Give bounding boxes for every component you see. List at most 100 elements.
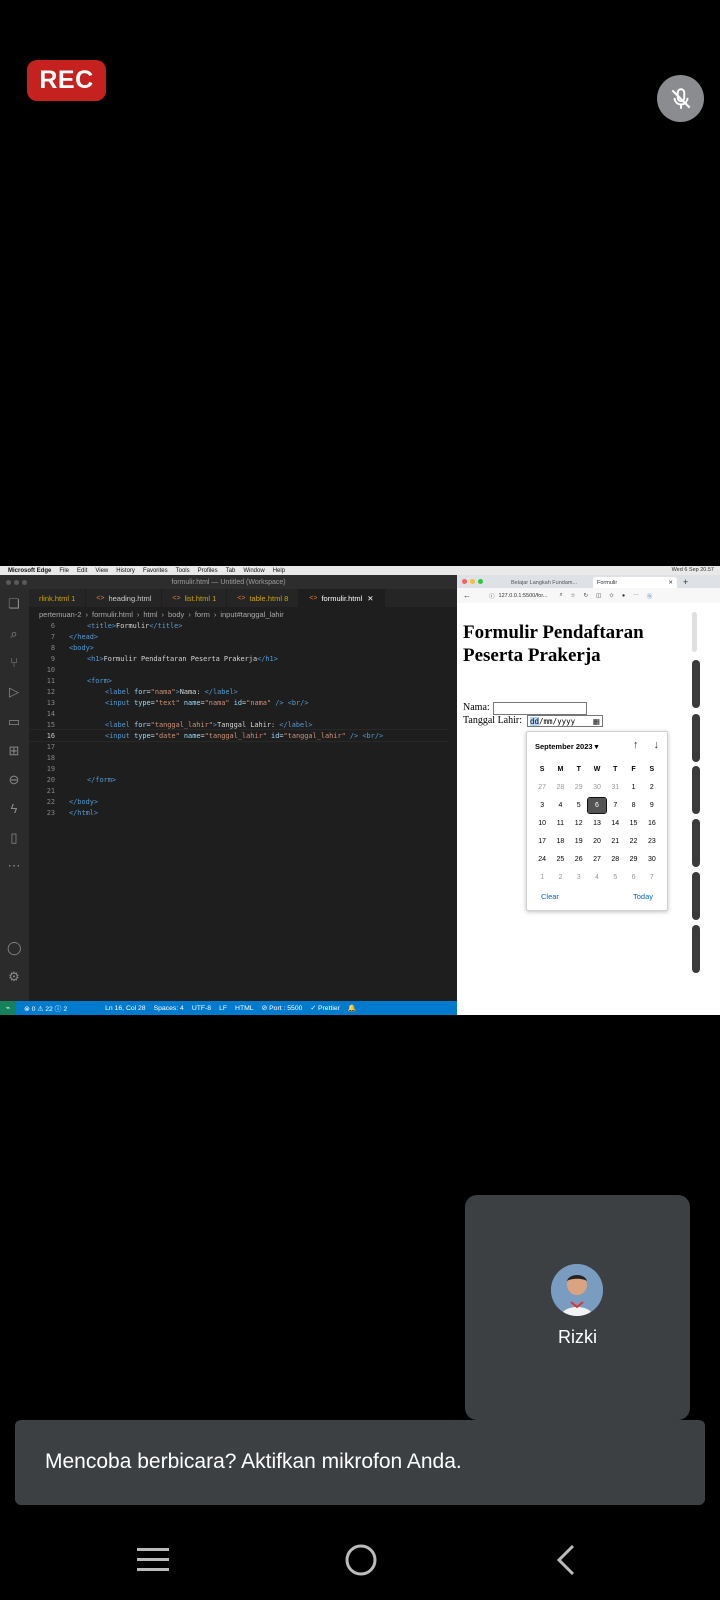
calendar-day[interactable]: 29 (624, 852, 642, 867)
calendar-today-button[interactable]: Today (633, 892, 653, 901)
breadcrumb-item[interactable]: html (143, 610, 157, 619)
status-language[interactable]: HTML (235, 1005, 254, 1012)
mac-menu-item[interactable]: Favorites (143, 568, 168, 574)
tab-rlink[interactable]: rlink.html 1 (29, 589, 87, 607)
calendar-day[interactable]: 9 (643, 798, 661, 813)
calendar-day[interactable]: 11 (551, 816, 569, 831)
mac-menu-item[interactable]: History (116, 568, 135, 574)
remote-indicator-icon[interactable]: ⌁ (0, 1001, 16, 1015)
browser-tab-belajar[interactable]: Belajar Langkah Fundam... (507, 577, 591, 588)
mac-menu-item[interactable]: Tab (226, 568, 236, 574)
calendar-day[interactable]: 7 (606, 798, 624, 813)
status-indentation[interactable]: Spaces: 4 (154, 1005, 184, 1012)
calendar-day[interactable]: 6 (624, 870, 642, 885)
calendar-day[interactable]: 30 (588, 780, 606, 795)
calendar-day[interactable]: 2 (551, 870, 569, 885)
calendar-day[interactable]: 20 (588, 834, 606, 849)
account-icon[interactable]: ◯ (7, 941, 22, 955)
notifications-bell-icon[interactable]: 🔔 (348, 1004, 356, 1012)
new-tab-icon[interactable]: + (683, 577, 688, 587)
calendar-day[interactable]: 29 (570, 780, 588, 795)
remote-explorer-icon[interactable]: ▭ (7, 715, 21, 729)
calendar-day[interactable]: 3 (570, 870, 588, 885)
window-controls[interactable] (6, 580, 27, 585)
browser-window-controls[interactable] (462, 579, 483, 584)
zoom-icon[interactable]: ⌕ (559, 592, 562, 599)
calendar-day[interactable]: 1 (533, 870, 551, 885)
tanggal-lahir-date-input[interactable]: dd /mm/yyyy ▦ (527, 715, 603, 727)
calendar-day[interactable]: 13 (588, 816, 606, 831)
split-screen-icon[interactable]: ◫ (596, 593, 601, 599)
settings-gear-icon[interactable]: ⚙ (7, 970, 21, 984)
status-problems[interactable]: ⊗ 0 ⚠ 22 ⓘ 2 (24, 1003, 67, 1013)
calendar-day[interactable]: 10 (533, 816, 551, 831)
calendar-day[interactable]: 12 (570, 816, 588, 831)
run-debug-icon[interactable]: ▷ (7, 685, 21, 699)
nama-input[interactable] (493, 702, 587, 715)
breadcrumb-item[interactable]: pertemuan-2 (39, 610, 82, 619)
participant-tile[interactable]: Rizki (465, 1195, 690, 1420)
notebook-icon[interactable]: ▯ (7, 831, 21, 845)
calendar-day[interactable]: 8 (624, 798, 642, 813)
calendar-day[interactable]: 21 (606, 834, 624, 849)
calendar-day[interactable]: 22 (624, 834, 642, 849)
refresh-icon[interactable]: ↻ (583, 593, 588, 599)
calendar-day[interactable]: 16 (643, 816, 661, 831)
address-bar[interactable]: 127.0.0.1:5500/for... (499, 593, 548, 599)
calendar-icon[interactable]: ▦ (593, 717, 600, 726)
explorer-icon[interactable]: ❏ (7, 597, 21, 611)
date-month-year-segment[interactable]: /mm/yyyy (539, 717, 575, 726)
calendar-day[interactable]: 23 (643, 834, 661, 849)
tab-formulir[interactable]: <> formulir.html ✕ (299, 589, 385, 607)
mac-menu-item[interactable]: View (95, 568, 108, 574)
calendar-day[interactable]: 18 (551, 834, 569, 849)
calendar-day[interactable]: 24 (533, 852, 551, 867)
next-month-arrow-icon[interactable]: ↓ (654, 739, 660, 751)
tab-heading[interactable]: <> heading.html (86, 589, 163, 607)
calendar-day[interactable]: 19 (570, 834, 588, 849)
source-control-icon[interactable]: ⑂ (7, 656, 21, 670)
home-circle-icon[interactable] (344, 1543, 378, 1577)
previous-month-arrow-icon[interactable]: ↑ (633, 739, 639, 751)
calendar-day[interactable]: 1 (624, 780, 642, 795)
breadcrumb-item[interactable]: formulir.html (92, 610, 133, 619)
status-prettier[interactable]: ✓ Prettier (310, 1004, 340, 1012)
extensions-icon[interactable]: ⊞ (7, 744, 21, 758)
back-arrow-icon[interactable]: ← (463, 591, 471, 600)
calendar-day[interactable]: 28 (606, 852, 624, 867)
breadcrumb-item[interactable]: body (168, 610, 184, 619)
mac-menu-item[interactable]: Edit (77, 568, 87, 574)
browser-tab-formulir[interactable]: Formulir ✕ (593, 577, 677, 588)
favorite-star-icon[interactable]: ☆ (571, 593, 576, 599)
status-eol[interactable]: LF (219, 1005, 227, 1012)
calendar-day[interactable]: 5 (570, 798, 588, 813)
profile-icon[interactable]: ● (622, 593, 625, 599)
code-editor[interactable]: 6 7 8 9 10 11 12 13 14 15 16 17 18 19 20… (29, 621, 449, 1001)
calendar-day[interactable]: 15 (624, 816, 642, 831)
search-icon[interactable]: ⌕ (7, 627, 21, 641)
calendar-day[interactable]: 28 (551, 780, 569, 795)
calendar-day[interactable]: 4 (588, 870, 606, 885)
calendar-day[interactable]: 17 (533, 834, 551, 849)
tab-table[interactable]: <> table.html 8 (227, 589, 300, 607)
calendar-day[interactable]: 14 (606, 816, 624, 831)
favorites-icon[interactable]: ✩ (609, 593, 614, 599)
page-scrollbar[interactable] (692, 612, 697, 652)
mic-suggestion-toast[interactable]: Mencoba berbicara? Aktifkan mikrofon And… (15, 1420, 705, 1505)
breadcrumb-item[interactable]: input#tanggal_lahir (220, 610, 283, 619)
calendar-day-selected[interactable]: 6 (586, 797, 608, 814)
calendar-day[interactable]: 2 (643, 780, 661, 795)
mac-menu-item[interactable]: Tools (176, 568, 190, 574)
calendar-day[interactable]: 3 (533, 798, 551, 813)
calendar-day[interactable]: 4 (551, 798, 569, 813)
calendar-clear-button[interactable]: Clear (541, 892, 559, 901)
mic-muted-button[interactable] (657, 75, 704, 122)
calendar-day[interactable]: 31 (606, 780, 624, 795)
close-tab-icon[interactable]: ✕ (668, 580, 673, 586)
mac-menu-item[interactable]: File (59, 568, 69, 574)
calendar-day[interactable]: 27 (533, 780, 551, 795)
calendar-day[interactable]: 7 (643, 870, 661, 885)
status-encoding[interactable]: UTF-8 (192, 1005, 211, 1012)
calendar-month-selector[interactable]: September 2023 ▾ (535, 742, 598, 751)
close-tab-icon[interactable]: ✕ (367, 594, 373, 603)
